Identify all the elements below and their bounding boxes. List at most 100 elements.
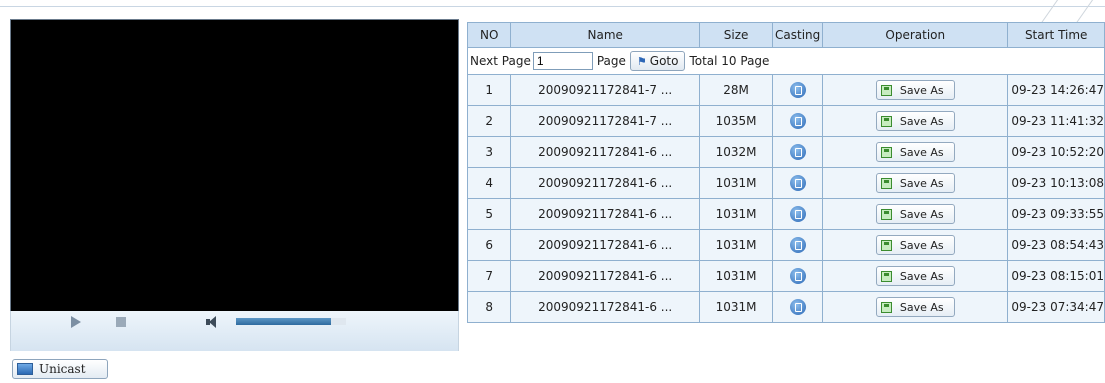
save-as-button[interactable]: Save As [875,80,955,100]
player-controls [10,311,459,351]
save-as-label: Save As [899,207,944,221]
video-player[interactable] [10,19,459,331]
cell-operation: Save As [822,74,1009,106]
cell-start-time: 09-23 14:26:47 [1007,74,1105,106]
save-as-button[interactable]: Save As [875,173,955,193]
floppy-icon [880,239,892,251]
table-row[interactable]: 1 20090921172841-7 ... 28M Save As 09-23 14:… [466,74,1105,106]
cell-no: 7 [466,260,512,292]
cell-name: 20090921172841-6 ... [510,167,700,199]
cell-size: 1032M [698,136,774,168]
cell-name: 20090921172841-6 ... [510,136,700,168]
table-row[interactable]: 7 20090921172841-6 ... 1031M Save As 09-23 0… [466,260,1105,292]
cell-no: 1 [466,74,512,106]
save-as-button[interactable]: Save As [875,142,955,162]
cell-casting [772,198,824,230]
cell-casting [772,229,824,261]
floppy-icon [880,270,892,282]
save-as-button[interactable]: Save As [875,111,955,131]
header-size: Size [698,22,774,48]
cast-icon[interactable] [789,113,806,129]
cell-start-time: 09-23 11:41:32 [1007,105,1105,137]
save-as-button[interactable]: Save As [875,204,955,224]
cell-name: 20090921172841-6 ... [510,229,700,261]
save-as-button[interactable]: Save As [875,266,955,286]
cell-size: 1035M [698,105,774,137]
save-as-label: Save As [899,83,944,97]
cast-icon[interactable] [789,82,806,98]
header-operation: Operation [822,22,1009,48]
save-as-button[interactable]: Save As [875,235,955,255]
cast-icon[interactable] [789,206,806,222]
table-row[interactable]: 8 20090921172841-6 ... 1031M Save As 09-23 0… [466,291,1105,323]
cell-casting [772,136,824,168]
cell-size: 1031M [698,260,774,292]
cell-name: 20090921172841-6 ... [510,291,700,323]
cell-operation: Save As [822,167,1009,199]
play-icon[interactable] [71,316,81,328]
pager-row: Next Page Page ⚑ Goto Total 10 Page [467,47,1105,75]
cell-operation: Save As [822,105,1009,137]
cell-no: 6 [466,229,512,261]
cell-casting [772,167,824,199]
cell-casting [772,291,824,323]
save-as-button[interactable]: Save As [875,297,955,317]
volume-slider[interactable] [236,318,346,325]
header-no: NO [466,22,512,48]
recording-table: NO Name Size Casting Operation Start Tim… [466,22,1105,323]
cell-no: 5 [466,198,512,230]
unicast-button[interactable]: Unicast [12,359,108,379]
cell-operation: Save As [822,136,1009,168]
table-row[interactable]: 5 20090921172841-6 ... 1031M Save As 09-23 0… [466,198,1105,230]
total-pages: Total 10 Page [689,54,770,68]
cell-operation: Save As [822,291,1009,323]
cell-name: 20090921172841-6 ... [510,198,700,230]
cell-no: 2 [466,105,512,137]
cell-no: 4 [466,167,512,199]
cast-icon[interactable] [789,144,806,160]
next-page-link[interactable]: Next Page [470,54,531,68]
top-divider [0,6,1105,7]
cell-name: 20090921172841-7 ... [510,105,700,137]
cell-casting [772,105,824,137]
header-start-time: Start Time [1007,22,1105,48]
floppy-icon [880,177,892,189]
page-number-input[interactable] [532,52,593,70]
cell-size: 1031M [698,291,774,323]
floppy-icon [880,208,892,220]
cell-start-time: 09-23 08:15:01 [1007,260,1105,292]
cast-icon[interactable] [789,299,806,315]
table-header: NO Name Size Casting Operation Start Tim… [466,22,1105,48]
cell-size: 1031M [698,229,774,261]
goto-icon: ⚑ [636,54,647,68]
cell-no: 3 [466,136,512,168]
save-as-label: Save As [899,269,944,283]
cell-size: 1031M [698,167,774,199]
cell-operation: Save As [822,229,1009,261]
cast-icon[interactable] [789,268,806,284]
monitor-icon [17,363,33,375]
floppy-icon [880,115,892,127]
save-as-label: Save As [899,238,944,252]
table-row[interactable]: 2 20090921172841-7 ... 1035M Save As 09-23 1… [466,105,1105,137]
stop-icon[interactable] [116,317,126,327]
speaker-icon[interactable] [206,315,220,329]
cast-icon[interactable] [789,175,806,191]
goto-button[interactable]: ⚑ Goto [629,51,686,71]
table-row[interactable]: 3 20090921172841-6 ... 1032M Save As 09-23 1… [466,136,1105,168]
table-row[interactable]: 4 20090921172841-6 ... 1031M Save As 09-23 1… [466,167,1105,199]
goto-label: Goto [649,54,679,68]
save-as-label: Save As [899,176,944,190]
cell-casting [772,74,824,106]
save-as-label: Save As [899,300,944,314]
cell-casting [772,260,824,292]
volume-fill [236,318,331,325]
cast-icon[interactable] [789,237,806,253]
table-row[interactable]: 6 20090921172841-6 ... 1031M Save As 09-23 0… [466,229,1105,261]
header-casting: Casting [772,22,824,48]
unicast-label: Unicast [39,362,86,376]
cell-operation: Save As [822,198,1009,230]
cell-start-time: 09-23 07:34:47 [1007,291,1105,323]
cell-name: 20090921172841-7 ... [510,74,700,106]
cell-start-time: 09-23 10:13:08 [1007,167,1105,199]
